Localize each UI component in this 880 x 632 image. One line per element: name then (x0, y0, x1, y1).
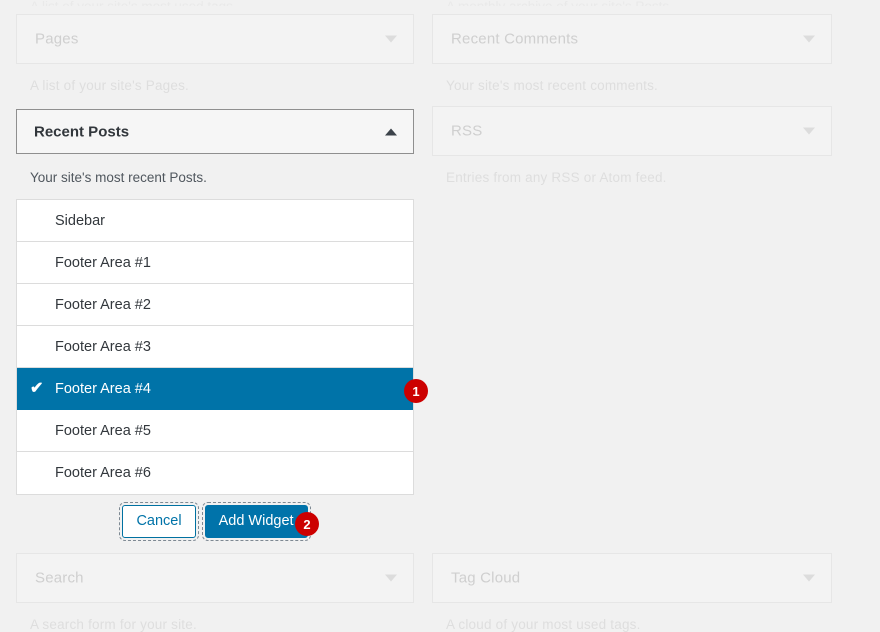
chevron-up-icon (385, 128, 397, 135)
widget-card-title: RSS (451, 123, 482, 140)
widget-card-title: Pages (35, 31, 79, 48)
action-button-row: Cancel Add Widget (16, 505, 414, 545)
sidebar-option-label: Footer Area #3 (55, 326, 151, 368)
step-badge-1: 1 (404, 379, 428, 403)
widget-card-tag-cloud[interactable]: Tag Cloud (432, 553, 832, 603)
sidebar-option-label: Sidebar (55, 200, 105, 242)
chevron-down-icon (385, 575, 397, 582)
chevron-down-icon (803, 128, 815, 135)
widget-card-rss[interactable]: RSS (432, 106, 832, 156)
cutoff-description-left: A list of your site's most used tags. (30, 0, 237, 6)
check-icon: ✔ (30, 368, 50, 410)
widget-card-title: Search (35, 570, 84, 587)
widget-card-recent-posts[interactable]: Recent Posts (16, 109, 414, 154)
sidebar-option-label: Footer Area #4 (55, 368, 151, 410)
widget-description-recent-posts: Your site's most recent Posts. (30, 170, 207, 185)
widget-card-search[interactable]: Search (16, 553, 414, 603)
sidebar-option-footer-area-2[interactable]: ✔ Footer Area #2 (17, 284, 413, 326)
sidebar-option-label: Footer Area #1 (55, 242, 151, 284)
widget-card-title: Recent Posts (34, 123, 129, 140)
chevron-down-icon (385, 36, 397, 43)
widget-card-title: Tag Cloud (451, 570, 520, 587)
widget-card-recent-comments[interactable]: Recent Comments (432, 14, 832, 64)
widget-description-tag-cloud: A cloud of your most used tags. (446, 617, 641, 632)
add-widget-button[interactable]: Add Widget (205, 505, 308, 538)
step-badge-2: 2 (295, 512, 319, 536)
widget-description-search: A search form for your site. (30, 617, 197, 632)
widget-description-pages: A list of your site's Pages. (30, 78, 189, 93)
sidebar-option-footer-area-4[interactable]: ✔ Footer Area #4 (17, 368, 413, 410)
widget-description-rss: Entries from any RSS or Atom feed. (446, 170, 667, 185)
sidebar-option-footer-area-5[interactable]: ✔ Footer Area #5 (17, 410, 413, 452)
sidebar-option-sidebar[interactable]: ✔ Sidebar (17, 200, 413, 242)
widget-picker-screen: A list of your site's most used tags. A … (0, 0, 880, 628)
widget-card-pages[interactable]: Pages (16, 14, 414, 64)
sidebar-option-footer-area-1[interactable]: ✔ Footer Area #1 (17, 242, 413, 284)
widget-card-title: Recent Comments (451, 31, 578, 48)
sidebar-option-label: Footer Area #2 (55, 284, 151, 326)
sidebar-option-footer-area-3[interactable]: ✔ Footer Area #3 (17, 326, 413, 368)
cancel-button[interactable]: Cancel (122, 505, 195, 538)
cutoff-description-right: A monthly archive of your site's Posts. (446, 0, 673, 6)
widget-description-recent-comments: Your site's most recent comments. (446, 78, 658, 93)
sidebar-option-label: Footer Area #5 (55, 410, 151, 452)
chevron-down-icon (803, 36, 815, 43)
sidebar-option-label: Footer Area #6 (55, 452, 151, 494)
chevron-down-icon (803, 575, 815, 582)
sidebar-chooser-list: ✔ Sidebar ✔ Footer Area #1 ✔ Footer Area… (16, 199, 414, 495)
sidebar-option-footer-area-6[interactable]: ✔ Footer Area #6 (17, 452, 413, 494)
